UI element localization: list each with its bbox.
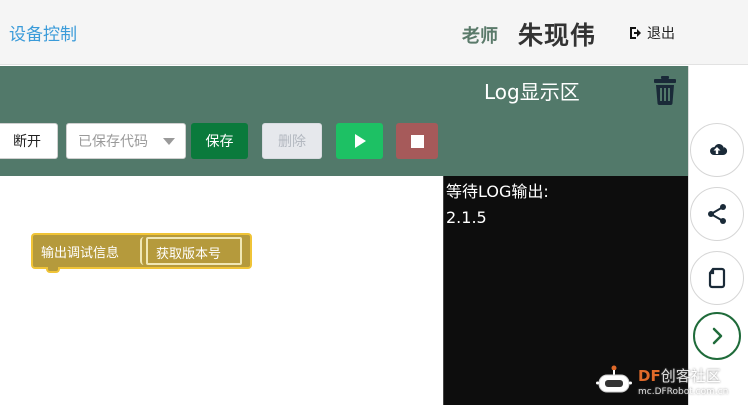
teacher-label: 老师	[462, 26, 498, 47]
right-action-bar	[688, 66, 748, 405]
file-icon	[708, 267, 726, 289]
next-button[interactable]	[693, 312, 741, 360]
chevron-down-icon	[163, 138, 175, 145]
stop-icon	[410, 134, 424, 148]
delete-button[interactable]: 删除	[262, 123, 322, 159]
top-header: 设备控制 老师 朱现伟 退出	[0, 0, 748, 65]
log-line: 等待LOG输出:	[446, 182, 549, 201]
share-icon	[708, 204, 726, 224]
share-button[interactable]	[690, 187, 744, 241]
watermark-brand: DF创客社区	[638, 367, 721, 385]
block-connector	[46, 267, 60, 273]
log-area-title: Log显示区	[484, 80, 580, 104]
disconnect-button[interactable]: 断开	[0, 123, 58, 159]
upload-button[interactable]	[690, 123, 744, 177]
cloud-upload-icon	[710, 144, 728, 156]
logout-button[interactable]: 退出	[628, 23, 675, 43]
toolbar: Log显示区 断开 已保存代码 保存 删除	[0, 66, 688, 176]
trash-icon[interactable]	[653, 75, 677, 105]
file-button[interactable]	[690, 251, 744, 305]
get-version-label: 获取版本号	[156, 247, 222, 262]
saved-code-placeholder: 已保存代码	[78, 134, 148, 150]
logout-icon	[630, 27, 641, 39]
run-button[interactable]	[336, 123, 383, 159]
device-control-link[interactable]: 设备控制	[9, 20, 77, 45]
log-line: 2.1.5	[446, 208, 487, 227]
save-button[interactable]: 保存	[191, 123, 248, 159]
teacher-name: 朱现伟	[518, 21, 597, 50]
stop-button[interactable]	[396, 123, 438, 159]
dfrobot-watermark: DF创客社区 mc.DFRobot.com.cn	[594, 362, 744, 402]
robot-logo-icon	[596, 365, 632, 393]
block-workspace[interactable]: 输出调试信息 获取版本号	[0, 176, 444, 405]
saved-code-select[interactable]: 已保存代码	[66, 123, 186, 159]
watermark-url: mc.DFRobot.com.cn	[638, 387, 729, 397]
logout-label: 退出	[647, 26, 675, 42]
play-icon	[354, 134, 366, 148]
print-debug-label: 输出调试信息	[41, 246, 120, 261]
chevron-right-icon	[712, 327, 723, 345]
